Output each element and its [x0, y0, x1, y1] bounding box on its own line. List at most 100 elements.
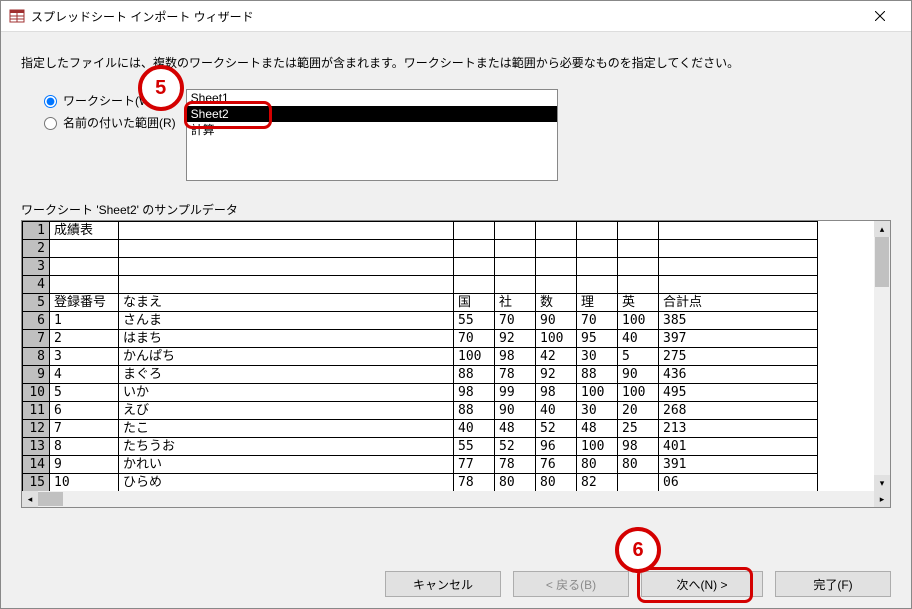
- cell: [119, 258, 454, 276]
- cell: 40: [618, 330, 659, 348]
- radio-worksheet-input[interactable]: [44, 95, 57, 108]
- cell: 10: [50, 474, 119, 492]
- cell: 98: [454, 384, 495, 402]
- cell: [454, 258, 495, 276]
- row-number: 7: [23, 330, 50, 348]
- back-button: < 戻る(B): [513, 571, 629, 597]
- cell: たこ: [119, 420, 454, 438]
- callout-6: 6: [615, 527, 661, 573]
- cell: [659, 222, 818, 240]
- cell: [495, 222, 536, 240]
- scroll-left-arrow[interactable]: ◂: [22, 491, 38, 507]
- sheet-option-selected[interactable]: Sheet2: [187, 106, 557, 122]
- cell: 25: [618, 420, 659, 438]
- cell: 6: [50, 402, 119, 420]
- vertical-scrollbar[interactable]: ▴ ▾: [874, 221, 890, 491]
- cell: 98: [495, 348, 536, 366]
- cell: [618, 222, 659, 240]
- sheet-option[interactable]: Sheet1: [187, 90, 557, 106]
- radio-named-range[interactable]: 名前の付いた範囲(R): [39, 111, 176, 133]
- cell: [618, 258, 659, 276]
- app-icon: [9, 8, 25, 24]
- row-number: 12: [23, 420, 50, 438]
- close-icon: [875, 11, 885, 21]
- radio-named-range-input[interactable]: [44, 117, 57, 130]
- table-row: 105いか989998100100495: [23, 384, 818, 402]
- sheet-listbox[interactable]: Sheet1 Sheet2 計算: [186, 89, 558, 181]
- cell: 英: [618, 294, 659, 312]
- cell: 52: [536, 420, 577, 438]
- cell: 20: [618, 402, 659, 420]
- window-title: スプレッドシート インポート ウィザード: [31, 8, 857, 25]
- cell: [577, 276, 618, 294]
- cell: 5: [50, 384, 119, 402]
- cancel-button[interactable]: キャンセル: [385, 571, 501, 597]
- h-scroll-thumb[interactable]: [38, 492, 63, 506]
- cell: [577, 240, 618, 258]
- cell: 4: [50, 366, 119, 384]
- row-number: 11: [23, 402, 50, 420]
- cell: 100: [577, 384, 618, 402]
- table-row: 94まぐろ8878928890436: [23, 366, 818, 384]
- table-row: 4: [23, 276, 818, 294]
- cell: 436: [659, 366, 818, 384]
- cell: 92: [536, 366, 577, 384]
- v-scroll-thumb[interactable]: [875, 237, 889, 287]
- cell: 100: [618, 312, 659, 330]
- cell: 385: [659, 312, 818, 330]
- table-row: 3: [23, 258, 818, 276]
- cell: たちうお: [119, 438, 454, 456]
- wizard-body: 指定したファイルには、複数のワークシートまたは範囲が含まれます。ワークシートまた…: [1, 32, 911, 609]
- row-number: 3: [23, 258, 50, 276]
- cell: 78: [454, 474, 495, 492]
- cell: 80: [618, 456, 659, 474]
- row-number: 15: [23, 474, 50, 492]
- cell: 98: [618, 438, 659, 456]
- cell: 391: [659, 456, 818, 474]
- scroll-down-arrow[interactable]: ▾: [874, 475, 890, 491]
- scroll-up-arrow[interactable]: ▴: [874, 221, 890, 237]
- cell: 1: [50, 312, 119, 330]
- cell: 52: [495, 438, 536, 456]
- next-wrap: 6 次へ(N) >: [641, 571, 763, 597]
- cell: 48: [495, 420, 536, 438]
- cell: はまち: [119, 330, 454, 348]
- row-number: 4: [23, 276, 50, 294]
- cell: [618, 240, 659, 258]
- cell: 90: [618, 366, 659, 384]
- cell: [536, 276, 577, 294]
- cell: [454, 240, 495, 258]
- grid-viewport[interactable]: 1成績表2345登録番号なまえ国社数理英合計点61さんま557090701003…: [22, 221, 874, 491]
- sheet-option[interactable]: 計算: [187, 122, 557, 138]
- cell: 95: [577, 330, 618, 348]
- cell: [536, 222, 577, 240]
- cell: 3: [50, 348, 119, 366]
- cell: 80: [577, 456, 618, 474]
- cell: かんぱち: [119, 348, 454, 366]
- cell: [119, 276, 454, 294]
- cell: [618, 474, 659, 492]
- cell: 88: [454, 402, 495, 420]
- cell: 82: [577, 474, 618, 492]
- cell: [119, 240, 454, 258]
- cell: 92: [495, 330, 536, 348]
- cell: 96: [536, 438, 577, 456]
- cell: 98: [536, 384, 577, 402]
- cell: 78: [495, 366, 536, 384]
- cell: 55: [454, 312, 495, 330]
- close-button[interactable]: [857, 1, 903, 31]
- cell: 90: [536, 312, 577, 330]
- horizontal-scrollbar[interactable]: ◂ ▸: [22, 491, 890, 507]
- cell: [50, 240, 119, 258]
- cell: [495, 276, 536, 294]
- cell: 70: [577, 312, 618, 330]
- data-table: 1成績表2345登録番号なまえ国社数理英合計点61さんま557090701003…: [22, 221, 818, 491]
- cell: 48: [577, 420, 618, 438]
- cell: 213: [659, 420, 818, 438]
- finish-button[interactable]: 完了(F): [775, 571, 891, 597]
- next-button[interactable]: 次へ(N) >: [641, 571, 763, 597]
- cell: 268: [659, 402, 818, 420]
- scroll-right-arrow[interactable]: ▸: [874, 491, 890, 507]
- cell: [50, 276, 119, 294]
- cell: [495, 240, 536, 258]
